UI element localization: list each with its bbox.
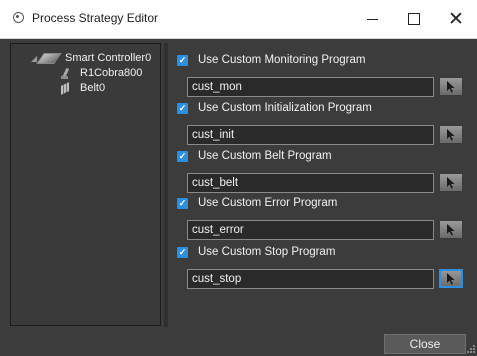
pointer-icon — [447, 223, 455, 235]
title-bar: Process Strategy Editor ✕ — [0, 0, 477, 39]
controller-icon — [36, 52, 62, 64]
window-title: Process Strategy Editor — [32, 11, 159, 25]
monitoring-option[interactable]: ✓ Use Custom Monitoring Program — [177, 54, 365, 66]
resize-grip-icon[interactable] — [466, 344, 476, 354]
initialization-label: Use Custom Initialization Program — [198, 102, 372, 114]
robot-icon — [61, 68, 70, 79]
stop-option[interactable]: ✓ Use Custom Stop Program — [177, 246, 335, 258]
error-browse-button[interactable] — [439, 220, 463, 239]
stop-program-field[interactable]: cust_stop — [187, 269, 434, 289]
monitoring-checkbox[interactable]: ✓ — [177, 54, 188, 66]
initialization-option[interactable]: ✓ Use Custom Initialization Program — [177, 102, 372, 114]
close-button[interactable]: Close — [384, 334, 466, 354]
pointer-icon — [447, 176, 455, 188]
pointer-icon — [447, 128, 455, 140]
tree-node-label: R1Cobra800 — [80, 67, 143, 79]
belt-browse-button[interactable] — [439, 173, 463, 192]
stop-checkbox[interactable]: ✓ — [177, 246, 188, 258]
belt-checkbox[interactable]: ✓ — [177, 150, 188, 162]
close-window-button[interactable]: ✕ — [435, 0, 477, 38]
tree-node-belt[interactable]: Belt0 — [61, 81, 106, 95]
error-checkbox[interactable]: ✓ — [177, 197, 188, 209]
initialization-checkbox[interactable]: ✓ — [177, 102, 188, 114]
initialization-program-field[interactable]: cust_init — [187, 125, 434, 145]
error-option[interactable]: ✓ Use Custom Error Program — [177, 197, 337, 209]
close-icon: ✕ — [448, 8, 464, 30]
initialization-browse-button[interactable] — [439, 125, 463, 144]
tree-panel: ◢ Smart Controller0 R1Cobra800 Belt0 — [10, 43, 161, 326]
minimize-button[interactable] — [351, 0, 393, 38]
belt-icon — [61, 81, 69, 95]
stop-browse-button[interactable] — [439, 269, 463, 288]
pointer-icon — [447, 272, 455, 284]
tree-node-robot[interactable]: R1Cobra800 — [61, 67, 142, 79]
panel-splitter[interactable] — [164, 43, 168, 327]
monitoring-label: Use Custom Monitoring Program — [198, 54, 366, 66]
minimize-icon — [366, 18, 378, 20]
tree-node-label: Smart Controller0 — [65, 52, 152, 64]
belt-program-field[interactable]: cust_belt — [187, 173, 434, 193]
pointer-icon — [447, 80, 455, 92]
belt-option[interactable]: ✓ Use Custom Belt Program — [177, 150, 332, 162]
maximize-icon — [408, 13, 420, 25]
error-label: Use Custom Error Program — [198, 197, 338, 209]
stop-label: Use Custom Stop Program — [198, 246, 336, 258]
tree-node-smart-controller[interactable]: ◢ Smart Controller0 — [31, 52, 151, 64]
monitoring-browse-button[interactable] — [439, 77, 463, 96]
error-program-field[interactable]: cust_error — [187, 220, 434, 240]
monitoring-program-field[interactable]: cust_mon — [187, 77, 434, 97]
tree-node-label: Belt0 — [80, 82, 106, 94]
app-icon — [13, 12, 24, 23]
maximize-button[interactable] — [393, 0, 435, 38]
belt-label: Use Custom Belt Program — [198, 150, 332, 162]
